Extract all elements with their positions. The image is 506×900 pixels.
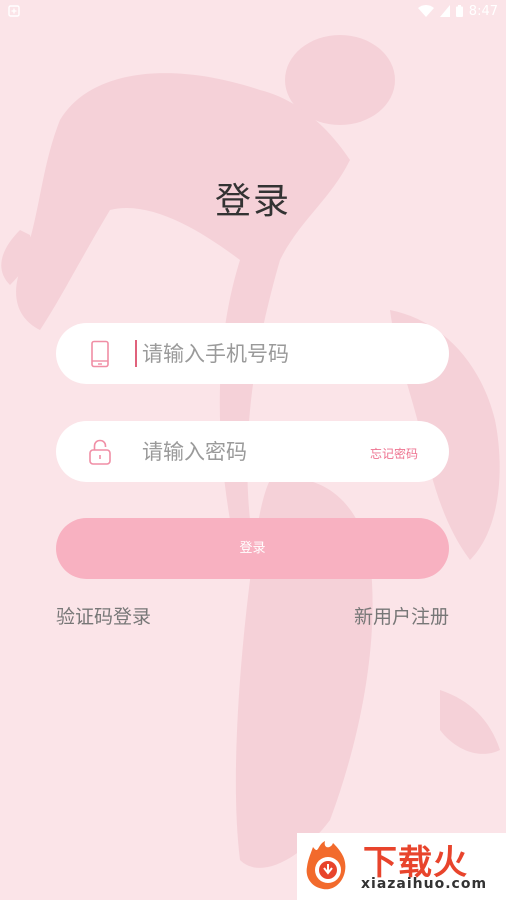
lock-icon — [89, 439, 111, 465]
forgot-password-link[interactable]: 忘记密码 — [370, 445, 418, 462]
status-bar: 8:47 — [0, 0, 506, 22]
watermark: 下载火 xiazaihuo.com — [297, 833, 506, 900]
wifi-icon — [417, 5, 434, 17]
text-cursor — [135, 340, 137, 367]
phone-input[interactable] — [142, 335, 402, 372]
phone-field[interactable] — [56, 323, 449, 384]
phone-icon — [91, 340, 109, 368]
page-title: 登录 — [214, 181, 291, 222]
status-left — [8, 5, 20, 17]
password-field[interactable]: 忘记密码 — [56, 421, 449, 482]
login-button[interactable]: 登录 — [56, 518, 449, 579]
status-right: 8:47 — [417, 3, 498, 19]
battery-icon — [455, 5, 463, 17]
password-input[interactable] — [142, 433, 402, 470]
sms-login-link[interactable]: 验证码登录 — [56, 602, 151, 629]
register-link[interactable]: 新用户注册 — [354, 602, 449, 629]
signal-icon — [439, 5, 450, 17]
watermark-url: xiazaihuo.com — [361, 876, 488, 892]
flame-logo-icon — [306, 841, 346, 890]
notification-icon — [8, 5, 20, 17]
status-time: 8:47 — [468, 3, 498, 19]
